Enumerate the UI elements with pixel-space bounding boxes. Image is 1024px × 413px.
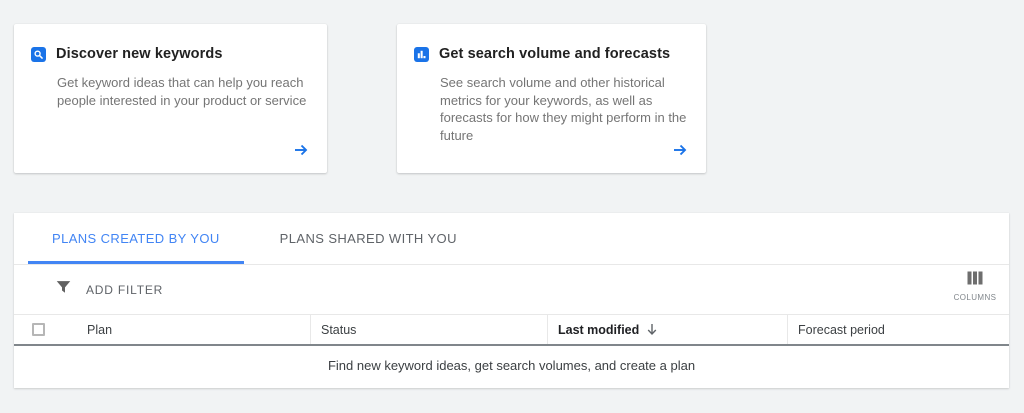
arrow-forward-icon[interactable] xyxy=(292,141,310,159)
column-label: Forecast period xyxy=(798,323,885,337)
search-icon xyxy=(31,47,46,62)
tab-label: PLANS CREATED BY YOU xyxy=(52,231,220,246)
column-label: Last modified xyxy=(558,323,639,337)
columns-icon xyxy=(967,271,983,290)
discover-keywords-card[interactable]: Discover new keywords Get keyword ideas … xyxy=(14,24,327,173)
tab-plans-created-by-you[interactable]: PLANS CREATED BY YOU xyxy=(28,213,244,264)
table-toolbar: ADD FILTER COLUMNS xyxy=(14,265,1009,315)
card-header: Discover new keywords xyxy=(31,46,313,62)
column-label: Status xyxy=(321,323,356,337)
column-header-plan[interactable]: Plan xyxy=(75,315,310,344)
card-title: Discover new keywords xyxy=(56,46,223,62)
header-checkbox-cell xyxy=(14,315,75,344)
filter-icon xyxy=(56,280,71,300)
column-label: Plan xyxy=(87,323,112,337)
select-all-checkbox[interactable] xyxy=(32,323,45,336)
search-volume-card[interactable]: Get search volume and forecasts See sear… xyxy=(397,24,706,173)
columns-button[interactable]: COLUMNS xyxy=(950,271,1000,302)
card-description: Get keyword ideas that can help you reac… xyxy=(57,74,309,109)
sort-descending-icon xyxy=(646,323,658,336)
columns-label: COLUMNS xyxy=(954,293,997,302)
add-filter-label: ADD FILTER xyxy=(86,283,163,297)
tab-plans-shared-with-you[interactable]: PLANS SHARED WITH YOU xyxy=(256,213,481,264)
bar-chart-icon xyxy=(414,47,429,62)
add-filter-button[interactable]: ADD FILTER xyxy=(56,280,163,300)
tab-bar: PLANS CREATED BY YOU PLANS SHARED WITH Y… xyxy=(14,213,1009,265)
table-header-row: Plan Status Last modified Forecast perio… xyxy=(14,315,1009,346)
column-header-status[interactable]: Status xyxy=(310,315,547,344)
card-description: See search volume and other historical m… xyxy=(440,74,692,144)
column-header-forecast-period[interactable]: Forecast period xyxy=(787,315,1009,344)
card-title: Get search volume and forecasts xyxy=(439,46,670,62)
arrow-forward-icon[interactable] xyxy=(671,141,689,159)
plans-panel: PLANS CREATED BY YOU PLANS SHARED WITH Y… xyxy=(14,213,1009,388)
empty-state-message: Find new keyword ideas, get search volum… xyxy=(14,346,1009,385)
tab-label: PLANS SHARED WITH YOU xyxy=(280,231,457,246)
card-header: Get search volume and forecasts xyxy=(414,46,692,62)
column-header-last-modified[interactable]: Last modified xyxy=(547,315,787,344)
